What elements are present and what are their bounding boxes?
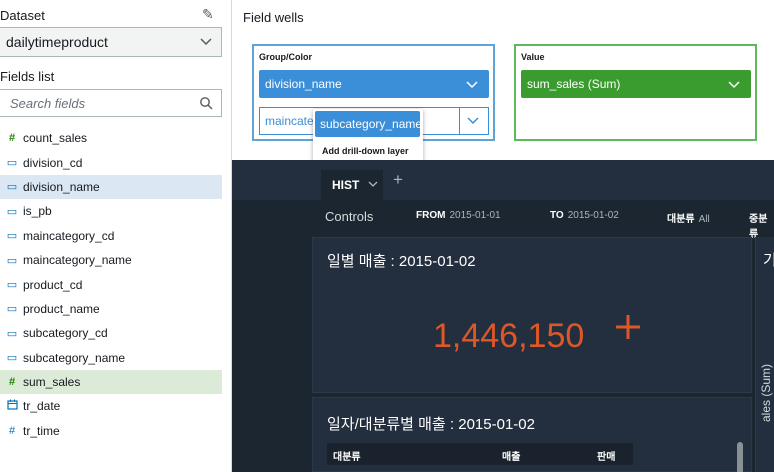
dataset-value: dailytimeproduct xyxy=(6,34,108,50)
dimension-icon: ▭ xyxy=(6,327,18,340)
field-label: tr_time xyxy=(23,423,60,438)
field-label: is_pb xyxy=(23,204,52,219)
chevron-down-icon[interactable] xyxy=(727,77,741,94)
axis-label: ales (Sum) xyxy=(759,363,773,422)
pencil-icon[interactable]: ✎ xyxy=(202,6,214,23)
category-value: All xyxy=(698,214,710,225)
dimension-icon: ▭ xyxy=(6,303,18,316)
controls-bar: Controls FROM 2015-01-01 TO 2015-01-02 대분류… xyxy=(312,200,774,240)
tab-label: HIST xyxy=(332,178,360,192)
category-key: 대분류 xyxy=(667,214,695,225)
pill-separator xyxy=(459,108,460,134)
field-wells-title: Field wells xyxy=(243,10,304,25)
field-subcategory-cd[interactable]: ▭ subcategory_cd xyxy=(0,321,222,345)
dataset-label: Dataset xyxy=(0,8,45,23)
dataset-select[interactable]: dailytimeproduct xyxy=(0,27,222,57)
field-product-name[interactable]: ▭ product_name xyxy=(0,297,222,321)
kpi-visual[interactable]: 일별 매출 : 2015-01-02 1,446,150 xyxy=(312,237,752,393)
group-color-label: Group/Color xyxy=(259,52,312,62)
pill-label: sum_sales (Sum) xyxy=(527,77,621,91)
field-label: product_name xyxy=(23,301,100,316)
to-key: TO xyxy=(550,210,564,221)
dimension-icon: ▭ xyxy=(6,181,18,194)
add-drill-down-hint: Add drill-down layer xyxy=(322,146,409,156)
subcategory-control[interactable]: 중분류 xyxy=(749,210,774,240)
field-maincategory-name[interactable]: ▭ maincategory_name xyxy=(0,248,222,272)
chevron-down-icon xyxy=(199,34,213,51)
column-header-count[interactable]: 판매 xyxy=(597,448,615,463)
sheet-tab-bar: HIST + xyxy=(232,160,774,200)
field-label: division_cd xyxy=(23,155,83,170)
from-value: 2015-01-01 xyxy=(449,210,501,221)
table-scrollbar[interactable] xyxy=(737,442,743,472)
visual-title: 일별 매출 : 2015-01-02 xyxy=(327,253,476,270)
dashboard-canvas: HIST + Controls FROM 2015-01-01 TO 2015-01… xyxy=(232,160,774,472)
field-division-cd[interactable]: ▭ division_cd xyxy=(0,150,222,174)
field-product-cd[interactable]: ▭ product_cd xyxy=(0,272,222,296)
visual-title: 기 xyxy=(763,252,774,269)
field-label: sum_sales xyxy=(23,375,81,390)
value-well[interactable]: Value sum_sales (Sum) xyxy=(514,44,757,141)
column-header-sales[interactable]: 매출 xyxy=(502,448,520,463)
search-placeholder: Search fields xyxy=(10,95,86,111)
dragged-field-chip[interactable]: subcategory_name xyxy=(315,111,422,137)
field-label: division_name xyxy=(23,179,100,194)
search-input[interactable]: Search fields xyxy=(0,89,222,117)
sheet-tab-hist[interactable]: HIST xyxy=(321,170,383,200)
field-division-name[interactable]: ▭ division_name xyxy=(0,174,222,200)
value-label: Value xyxy=(521,52,545,62)
measure-icon: # xyxy=(8,424,16,437)
column-header-category[interactable]: 대분류 xyxy=(333,448,361,463)
field-subcategory-name[interactable]: ▭ subcategory_name xyxy=(0,346,222,370)
dimension-icon: ▭ xyxy=(6,205,18,218)
calendar-icon xyxy=(6,399,18,413)
field-label: tr_date xyxy=(23,399,61,414)
measure-icon: # xyxy=(8,376,16,389)
visual-title: 일자/대분류별 매출 : 2015-01-02 xyxy=(327,416,535,433)
field-sum-sales[interactable]: # sum_sales xyxy=(0,369,222,395)
pill-label: division_name xyxy=(265,77,342,91)
kpi-value: 1,446,150 xyxy=(433,317,585,355)
field-tr-time[interactable]: # tr_time xyxy=(0,419,222,443)
search-icon xyxy=(199,96,213,110)
field-label: subcategory_cd xyxy=(23,326,108,341)
dimension-icon: ▭ xyxy=(6,254,18,267)
field-count-sales[interactable]: # count_sales xyxy=(0,126,222,150)
add-sheet-icon[interactable]: + xyxy=(393,170,403,190)
to-value: 2015-01-02 xyxy=(567,210,619,221)
sum-sales-pill[interactable]: sum_sales (Sum) xyxy=(521,70,751,98)
right-visual-partial[interactable]: 기 ales (Sum) xyxy=(755,237,774,472)
field-label: product_cd xyxy=(23,277,83,292)
dimension-icon: ▭ xyxy=(6,352,18,365)
field-is-pb[interactable]: ▭ is_pb xyxy=(0,199,222,223)
fields-list-label: Fields list xyxy=(0,69,55,84)
dimension-icon: ▭ xyxy=(6,279,18,292)
field-label: count_sales xyxy=(23,131,88,146)
field-label: subcategory_name xyxy=(23,350,126,365)
from-key: FROM xyxy=(416,210,446,221)
fields-list: # count_sales ▭ division_cd ▭ division_name… xyxy=(0,126,222,443)
dimension-icon: ▭ xyxy=(6,157,18,170)
controls-label[interactable]: Controls xyxy=(325,209,373,224)
sidebar: Dataset ✎ dailytimeproduct Fields list S… xyxy=(0,0,232,472)
chevron-down-icon[interactable] xyxy=(465,77,479,94)
to-control[interactable]: TO 2015-01-02 xyxy=(550,210,619,221)
dimension-icon: ▭ xyxy=(6,230,18,243)
plus-icon xyxy=(616,315,640,339)
chevron-down-icon[interactable] xyxy=(466,113,480,130)
table-header: 대분류 매출 판매 xyxy=(327,443,633,465)
measure-icon: # xyxy=(8,132,16,145)
field-label: maincategory_cd xyxy=(23,228,115,243)
from-control[interactable]: FROM 2015-01-01 xyxy=(416,210,501,221)
field-label: maincategory_name xyxy=(23,253,132,268)
division-name-pill[interactable]: division_name xyxy=(259,70,489,98)
field-maincategory-cd[interactable]: ▭ maincategory_cd xyxy=(0,224,222,248)
table-visual[interactable]: 일자/대분류별 매출 : 2015-01-02 대분류 매출 판매 xyxy=(312,397,752,472)
category-control[interactable]: 대분류 All xyxy=(667,210,710,225)
chevron-down-icon[interactable] xyxy=(367,178,379,193)
field-tr-date[interactable]: tr_date xyxy=(0,394,222,418)
drag-drop-tooltip: subcategory_name Add drill-down layer xyxy=(313,109,423,167)
